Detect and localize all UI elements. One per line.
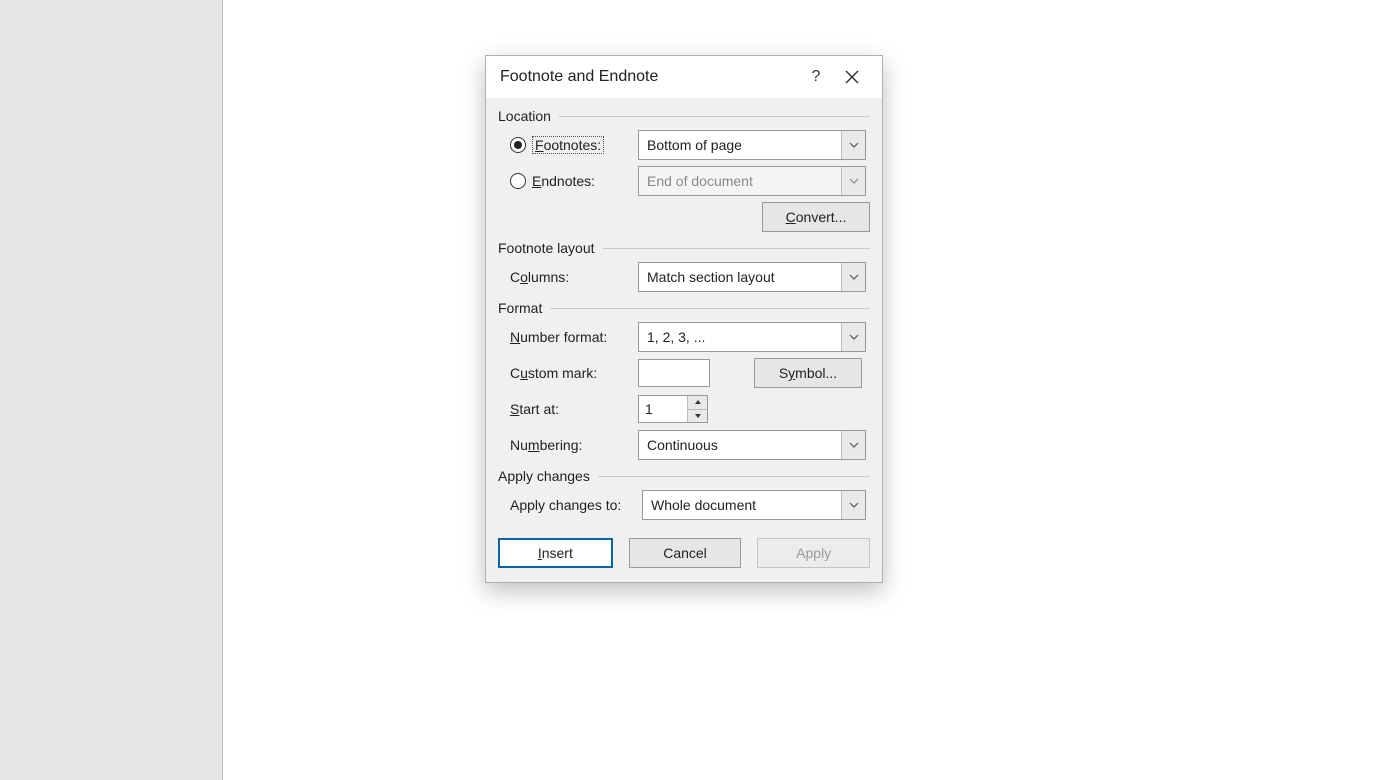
- combo-endnotes-location: End of document: [638, 166, 866, 196]
- dialog-titlebar: Footnote and Endnote ?: [486, 56, 882, 98]
- dialog-title: Footnote and Endnote: [500, 68, 798, 86]
- combo-numbering[interactable]: Continuous: [638, 430, 866, 460]
- group-header-location: Location: [498, 108, 870, 124]
- label-custom-mark: Custom mark:: [510, 365, 597, 381]
- group-title-apply: Apply changes: [498, 468, 590, 484]
- group-apply-changes: Apply changes Apply changes to: Whole do…: [498, 468, 870, 520]
- combo-footnotes-location[interactable]: Bottom of page: [638, 130, 866, 160]
- close-icon: [845, 70, 859, 84]
- divider: [603, 248, 870, 249]
- combo-value: 1, 2, 3, ...: [639, 323, 841, 351]
- group-footnote-layout: Footnote layout Columns: Match section l…: [498, 240, 870, 292]
- combo-value: End of document: [639, 167, 841, 195]
- label-numbering: Numbering:: [510, 437, 582, 453]
- button-label: Symbol...: [779, 365, 837, 381]
- custom-mark-input[interactable]: [638, 359, 710, 387]
- apply-button: Apply: [757, 538, 870, 568]
- radio-endnotes[interactable]: [510, 173, 526, 189]
- footnote-endnote-dialog: Footnote and Endnote ? Location Footnote…: [485, 55, 883, 583]
- help-button[interactable]: ?: [798, 61, 834, 93]
- button-label: Convert...: [786, 209, 847, 225]
- group-title-location: Location: [498, 108, 551, 124]
- combo-value: Continuous: [639, 431, 841, 459]
- close-button[interactable]: [834, 61, 870, 93]
- row-start-at: Start at: 1: [510, 394, 870, 424]
- combo-value: Match section layout: [639, 263, 841, 291]
- combo-columns[interactable]: Match section layout: [638, 262, 866, 292]
- insert-button[interactable]: Insert: [498, 538, 613, 568]
- combo-value: Bottom of page: [639, 131, 841, 159]
- divider: [550, 308, 870, 309]
- dialog-actions: Insert Cancel Apply: [498, 538, 870, 568]
- chevron-down-icon: [841, 431, 865, 459]
- chevron-down-icon: [841, 263, 865, 291]
- group-header-layout: Footnote layout: [498, 240, 870, 256]
- button-label: Cancel: [663, 545, 707, 561]
- row-columns: Columns: Match section layout: [510, 262, 870, 292]
- convert-button[interactable]: Convert...: [762, 202, 870, 232]
- button-label: Insert: [538, 545, 573, 561]
- group-header-format: Format: [498, 300, 870, 316]
- label-footnotes[interactable]: Footnotes:: [532, 136, 604, 154]
- label-number-format: Number format:: [510, 329, 607, 345]
- help-icon: ?: [812, 68, 821, 86]
- cancel-button[interactable]: Cancel: [629, 538, 742, 568]
- chevron-down-icon: [841, 491, 865, 519]
- spinner-value: 1: [639, 396, 687, 422]
- group-title-layout: Footnote layout: [498, 240, 595, 256]
- group-format: Format Number format: 1, 2, 3, ...: [498, 300, 870, 460]
- chevron-down-icon: [841, 167, 865, 195]
- chevron-down-icon: [841, 131, 865, 159]
- row-apply-to: Apply changes to: Whole document: [510, 490, 870, 520]
- spinner-up[interactable]: [688, 396, 707, 409]
- spinner-down[interactable]: [688, 409, 707, 423]
- start-at-spinner[interactable]: 1: [638, 395, 708, 423]
- row-footnotes: Footnotes: Bottom of page: [510, 130, 870, 160]
- dialog-body: Location Footnotes: Bottom of page: [486, 98, 882, 582]
- row-numbering: Numbering: Continuous: [510, 430, 870, 460]
- group-header-apply: Apply changes: [498, 468, 870, 484]
- divider: [559, 116, 870, 117]
- combo-apply-to[interactable]: Whole document: [642, 490, 866, 520]
- combo-number-format[interactable]: 1, 2, 3, ...: [638, 322, 866, 352]
- group-title-format: Format: [498, 300, 542, 316]
- label-apply-to: Apply changes to:: [510, 497, 621, 513]
- symbol-button[interactable]: Symbol...: [754, 358, 862, 388]
- button-label: Apply: [796, 545, 831, 561]
- label-endnotes[interactable]: Endnotes:: [532, 173, 595, 189]
- combo-value: Whole document: [643, 491, 841, 519]
- row-number-format: Number format: 1, 2, 3, ...: [510, 322, 870, 352]
- radio-footnotes[interactable]: [510, 137, 526, 153]
- divider: [598, 476, 870, 477]
- document-margin: [0, 0, 223, 780]
- chevron-down-icon: [841, 323, 865, 351]
- row-custom-mark: Custom mark: Symbol...: [510, 358, 870, 388]
- label-columns: Columns:: [510, 269, 569, 285]
- label-start-at: Start at:: [510, 401, 559, 417]
- row-endnotes: Endnotes: End of document: [510, 166, 870, 196]
- group-location: Location Footnotes: Bottom of page: [498, 108, 870, 232]
